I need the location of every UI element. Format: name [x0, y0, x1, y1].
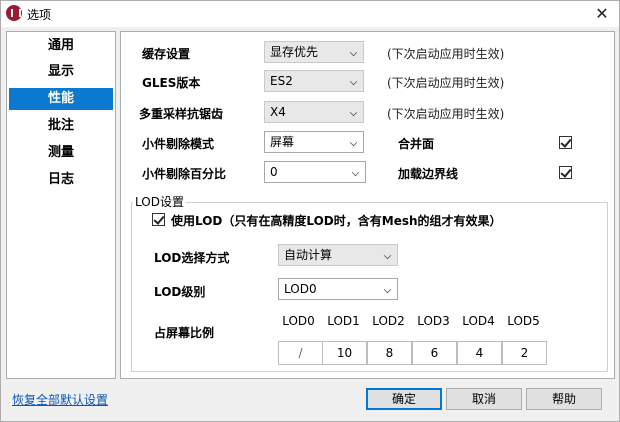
load-edges-label: 加载边界线	[398, 167, 459, 181]
gles-hint: (下次启动应用时生效)	[387, 76, 505, 90]
performance-panel: 缓存设置 显存优先 (下次启动应用时生效) GLES版本 ES2 (下次启动应用…	[120, 31, 615, 379]
sidebar-item-general[interactable]: 通用	[9, 35, 113, 57]
cull-mode-select[interactable]: 屏幕	[264, 131, 364, 153]
lod-select-mode-value: 自动计算	[284, 248, 333, 262]
cancel-button[interactable]: 取消	[446, 388, 522, 410]
ratio-header-lod4: LOD4	[462, 314, 495, 328]
gles-label: GLES版本	[142, 76, 201, 90]
cull-mode-label: 小件剔除模式	[142, 137, 215, 151]
merge-faces-label: 合并面	[398, 137, 435, 151]
use-lod-label: 使用LOD（只有在高精度LOD时，含有Mesh的组才有效果）	[171, 214, 502, 228]
ratio-cell-lod0: /	[278, 341, 323, 365]
merge-faces-checkbox[interactable]	[559, 136, 572, 149]
cache-hint: (下次启动应用时生效)	[387, 47, 505, 61]
options-dialog: 选项 ✕ 通用 显示 性能 批注 测量 日志 缓存设置 显存优先 (下次启动应用…	[0, 0, 620, 422]
cull-mode-select-value: 屏幕	[270, 135, 295, 149]
sidebar-item-performance[interactable]: 性能	[9, 88, 113, 110]
msaa-select[interactable]: X4	[264, 101, 364, 123]
ratio-header-lod1: LOD1	[327, 314, 360, 328]
category-sidebar: 通用 显示 性能 批注 测量 日志	[6, 31, 116, 379]
ratio-cell-lod1[interactable]: 10	[322, 341, 367, 365]
ratio-header-lod2: LOD2	[372, 314, 405, 328]
use-lod-checkbox[interactable]	[152, 213, 165, 226]
cull-percent-spinbox[interactable]: 0	[264, 161, 366, 183]
reset-defaults-link[interactable]: 恢复全部默认设置	[12, 391, 108, 408]
msaa-label: 多重采样抗锯齿	[139, 107, 224, 121]
cull-percent-value: 0	[270, 165, 278, 179]
cache-select-value: 显存优先	[270, 45, 319, 59]
cull-percent-label: 小件剔除百分比	[142, 167, 227, 181]
app-logo-icon	[6, 5, 22, 21]
sidebar-item-log[interactable]: 日志	[9, 169, 113, 191]
ratio-cell-lod4[interactable]: 4	[457, 341, 502, 365]
chevron-down-icon	[349, 138, 358, 147]
load-edges-checkbox[interactable]	[559, 166, 572, 179]
sidebar-item-annotation[interactable]: 批注	[9, 115, 113, 137]
msaa-hint: (下次启动应用时生效)	[387, 107, 505, 121]
chevron-down-icon	[383, 251, 392, 260]
ok-button[interactable]: 确定	[366, 388, 442, 410]
chevron-down-icon	[349, 48, 358, 57]
close-icon[interactable]: ✕	[591, 3, 613, 25]
gles-select[interactable]: ES2	[264, 70, 364, 92]
lod-level-label: LOD级别	[154, 285, 206, 299]
cache-label: 缓存设置	[142, 47, 191, 61]
ratio-header-lod3: LOD3	[417, 314, 450, 328]
ratio-header-lod5: LOD5	[507, 314, 540, 328]
title-bar: 选项 ✕	[1, 1, 619, 27]
screen-ratio-label: 占屏幕比例	[154, 326, 215, 340]
help-button[interactable]: 帮助	[526, 388, 602, 410]
lod-group-title: LOD设置	[133, 193, 186, 210]
cache-select[interactable]: 显存优先	[264, 41, 364, 63]
sidebar-item-display[interactable]: 显示	[9, 61, 113, 83]
chevron-down-icon	[349, 108, 358, 117]
ratio-cell-lod2[interactable]: 8	[367, 341, 412, 365]
lod-level-value: LOD0	[284, 282, 317, 296]
chevron-down-icon	[349, 77, 358, 86]
window-title: 选项	[27, 8, 52, 22]
sidebar-item-measure[interactable]: 测量	[9, 142, 113, 164]
msaa-select-value: X4	[270, 105, 286, 119]
gles-select-value: ES2	[270, 74, 293, 88]
chevron-down-icon	[383, 285, 392, 294]
lod-select-mode-select[interactable]: 自动计算	[278, 244, 398, 266]
lod-select-mode-label: LOD选择方式	[154, 251, 230, 265]
lod-level-select[interactable]: LOD0	[278, 278, 398, 300]
ratio-cell-lod3[interactable]: 6	[412, 341, 457, 365]
ratio-cell-lod5[interactable]: 2	[502, 341, 547, 365]
ratio-header-lod0: LOD0	[282, 314, 315, 328]
chevron-down-icon	[351, 168, 360, 177]
